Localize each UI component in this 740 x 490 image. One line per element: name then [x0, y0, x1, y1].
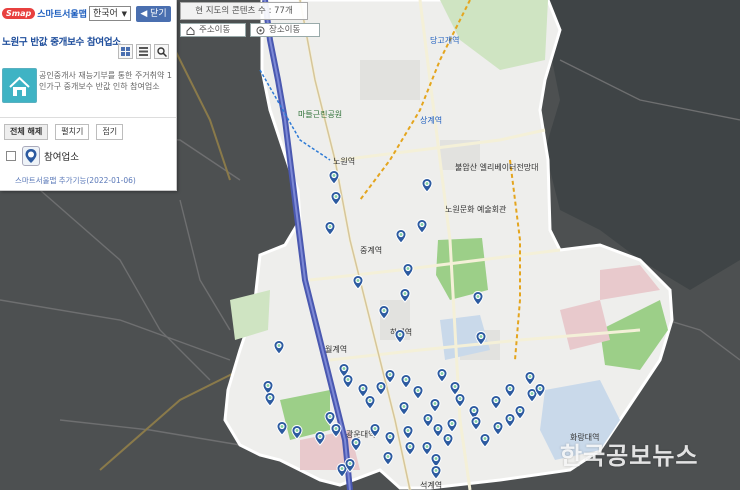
map-marker[interactable] [429, 397, 441, 413]
chevron-down-icon: ▼ [121, 10, 127, 18]
watermark: 한국공보뉴스 [560, 442, 699, 470]
map-marker[interactable] [421, 177, 433, 193]
list-view-button[interactable] [136, 44, 151, 59]
divider [0, 117, 176, 118]
plugin-added-text: 스마트서울맵 추가기능(2022-01-06) [15, 176, 136, 185]
map-marker[interactable] [442, 432, 454, 448]
label-nowon: 노원역 [333, 156, 355, 166]
map-marker[interactable] [534, 382, 546, 398]
map-marker[interactable] [364, 394, 376, 410]
map-marker[interactable] [350, 436, 362, 452]
language-select[interactable]: 한국어 ▼ [89, 6, 131, 21]
map-marker[interactable] [402, 262, 414, 278]
map-marker[interactable] [378, 304, 390, 320]
grid-icon [121, 47, 130, 56]
search-icon [156, 46, 167, 57]
map-marker[interactable] [395, 228, 407, 244]
content-count: 현 지도의 콘텐츠 수 : 77개 [180, 2, 308, 20]
map-marker[interactable] [382, 450, 394, 466]
list-icon [139, 47, 148, 56]
collapse-button[interactable]: 접기 [96, 124, 124, 140]
map-marker[interactable] [490, 394, 502, 410]
map-marker[interactable] [430, 464, 442, 480]
home-icon [186, 26, 195, 35]
label-bulamsan: 불암산 엘리베이터전망대 [455, 162, 539, 172]
app-name: 스마트서울맵 [37, 10, 87, 20]
label-seokgye: 석계역 [420, 480, 442, 490]
layer-item[interactable]: 참여업소 [6, 146, 79, 166]
address-move-label: 주소이동 [199, 25, 231, 35]
map-marker[interactable] [324, 220, 336, 236]
map-marker[interactable] [328, 169, 340, 185]
map-marker[interactable] [412, 384, 424, 400]
panel-title: 노원구 반값 중개보수 참여업소 [2, 37, 121, 48]
logo-badge: Smap [2, 8, 36, 19]
map-marker[interactable] [384, 430, 396, 446]
map-marker[interactable] [352, 274, 364, 290]
place-move-label: 장소이동 [269, 25, 301, 35]
map-marker[interactable] [472, 290, 484, 306]
map-marker[interactable] [342, 373, 354, 389]
close-label: 닫기 [150, 9, 167, 19]
label-sanggye: 상계역 [420, 115, 442, 125]
location-icon [256, 26, 265, 34]
map-marker[interactable] [416, 218, 428, 234]
map-marker[interactable] [264, 391, 276, 407]
search-button[interactable] [154, 44, 169, 59]
map-marker[interactable] [330, 190, 342, 206]
close-button[interactable]: ◀ 닫기 [136, 6, 171, 22]
map-marker[interactable] [291, 424, 303, 440]
map-marker[interactable] [479, 432, 491, 448]
house-icon [9, 76, 30, 96]
panel-description: 공인중개사 재능기부를 통한 주거취약 1인가구 중개보수 반값 인하 참여업소 [39, 71, 173, 91]
place-move-button[interactable]: 장소이동 [250, 23, 320, 37]
label-junggye: 중계역 [360, 245, 382, 255]
map-thumbnail [2, 68, 37, 103]
map-marker[interactable] [314, 430, 326, 446]
map-marker[interactable] [394, 328, 406, 344]
address-move-button[interactable]: 주소이동 [180, 23, 246, 37]
map-marker[interactable] [330, 422, 342, 438]
map-marker[interactable] [470, 415, 482, 431]
map-marker[interactable] [404, 440, 416, 456]
map-marker[interactable] [400, 373, 412, 389]
map-marker[interactable] [399, 287, 411, 303]
side-panel: Smap 스마트서울맵 한국어 ▼ ◀ 닫기 노원구 반값 중개보수 참여업소 공… [0, 0, 177, 191]
map-marker[interactable] [402, 424, 414, 440]
layer-checkbox[interactable] [6, 151, 16, 161]
map-marker[interactable] [273, 339, 285, 355]
map-marker[interactable] [276, 420, 288, 436]
label-nowon-arts: 노원문화 예술회관 [445, 204, 507, 214]
language-value: 한국어 [93, 9, 118, 19]
map-marker[interactable] [475, 330, 487, 346]
label-park-madeul: 마들근린공원 [298, 109, 342, 119]
map-marker[interactable] [492, 420, 504, 436]
map-marker[interactable] [369, 422, 381, 438]
map-marker[interactable] [454, 392, 466, 408]
map-marker[interactable] [504, 382, 516, 398]
map-marker[interactable] [398, 400, 410, 416]
app-logo[interactable]: Smap 스마트서울맵 [2, 7, 87, 20]
marker-icon [22, 146, 40, 166]
grid-view-button[interactable] [118, 44, 133, 59]
map-marker[interactable] [344, 457, 356, 473]
map-marker[interactable] [375, 380, 387, 396]
label-wolgye: 월계역 [325, 344, 347, 354]
label-dangkogae: 당고개역 [430, 35, 459, 45]
expand-button[interactable]: 펼치기 [55, 124, 90, 140]
deselect-all-button[interactable]: 전체 해제 [4, 124, 49, 140]
layer-label: 참여업소 [44, 152, 79, 163]
map-marker[interactable] [436, 367, 448, 383]
map-marker[interactable] [446, 417, 458, 433]
map-marker[interactable] [504, 412, 516, 428]
